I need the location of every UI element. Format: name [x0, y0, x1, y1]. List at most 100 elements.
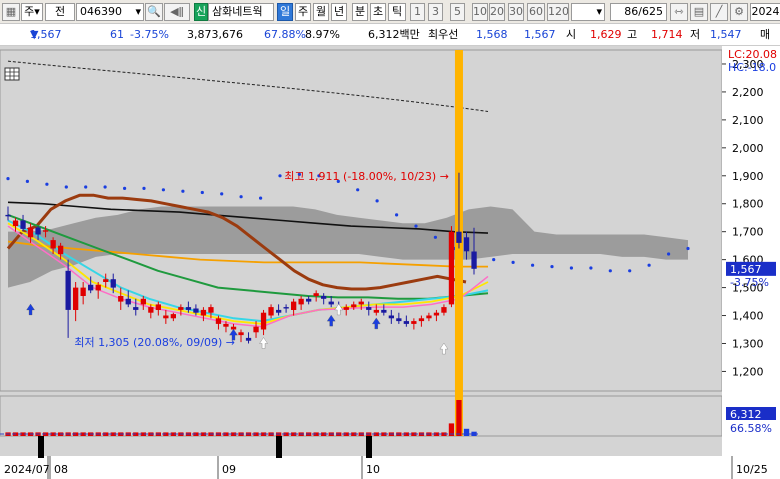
parabolic-dot — [6, 177, 10, 181]
parabolic-dot — [220, 192, 224, 196]
candle-body — [456, 231, 462, 243]
parabolic-dot — [25, 179, 29, 183]
interval-custom-input[interactable]: ▾ — [571, 3, 605, 21]
low-annotation: 최저 1,305 (20.08%, 09/09) → — [74, 336, 235, 349]
volume-bar — [463, 428, 470, 436]
panel-grid-icon — [4, 67, 20, 81]
candle-body — [65, 270, 71, 310]
volume-pct-label: 66.58% — [730, 422, 772, 435]
candle-body — [238, 332, 244, 336]
interval-60[interactable]: 60 — [527, 3, 545, 21]
candle-body — [200, 309, 207, 316]
candle-body — [148, 307, 154, 313]
interval-20[interactable]: 20 — [489, 3, 505, 21]
candle-body — [343, 307, 349, 310]
price-chart[interactable]: 최고 1,911 (-18.00%, 10/23) → 최저 1,305 (20.… — [0, 46, 780, 479]
candle-body — [313, 293, 319, 296]
period-tick[interactable]: 틱 — [388, 3, 406, 21]
interval-3[interactable]: 3 — [428, 3, 443, 21]
candle-body — [441, 307, 447, 313]
volume-value: 3,873,676 — [187, 28, 243, 41]
candle-body — [5, 214, 11, 217]
stock-code: 046390 — [80, 5, 122, 18]
bid1-value: 1,568 — [476, 28, 508, 41]
period-year[interactable]: 년 — [331, 3, 347, 21]
ratio2-value: 8.97% — [305, 28, 340, 41]
search-icon[interactable]: 🔍 — [145, 3, 163, 21]
candle-body — [276, 309, 282, 313]
interval-5[interactable]: 5 — [450, 3, 465, 21]
parabolic-dot — [259, 196, 263, 200]
period-week[interactable]: 주 — [295, 3, 311, 21]
interval-1[interactable]: 1 — [410, 3, 425, 21]
prev-label: 전 — [54, 5, 66, 18]
priority-label: 최우선 — [428, 28, 459, 41]
interval-10[interactable]: 10 — [472, 3, 488, 21]
candle-body — [381, 309, 387, 313]
stock-code-input[interactable]: 046390 ▾ — [76, 3, 144, 21]
high-label: 고 — [627, 28, 638, 41]
type-select[interactable]: 주▾ — [21, 3, 43, 21]
y-tick-label: 1,800 — [732, 198, 764, 211]
date-field[interactable]: 2024 — [750, 3, 780, 21]
gear-icon[interactable]: ⚙ — [730, 3, 748, 21]
parabolic-dot — [647, 263, 651, 267]
interval-120[interactable]: 120 — [547, 3, 569, 21]
grid-icon[interactable]: ▤ — [690, 3, 708, 21]
candle-body — [140, 298, 146, 305]
candle-body — [80, 287, 86, 296]
bid2-value: 1,567 — [524, 28, 556, 41]
parabolic-dot — [142, 186, 146, 190]
change-pct: -3.75% — [130, 28, 169, 41]
period-month[interactable]: 월 — [313, 3, 329, 21]
y-tick-label: 1,200 — [732, 365, 764, 378]
parabolic-dot — [278, 174, 282, 178]
high-annotation: 최고 1,911 (-18.00%, 10/23) → — [284, 170, 449, 183]
hc-label: HC:-18.0 — [728, 61, 776, 74]
candle-body — [58, 245, 64, 255]
y-tick-label: 2,200 — [732, 86, 764, 99]
high-value: 1,714 — [651, 28, 683, 41]
candle-body — [193, 308, 199, 313]
volume-value-label: 6,312 — [730, 408, 762, 421]
quote-bar: 1,567 ▼ 61 -3.75% 3,873,676 67.88% 8.97%… — [0, 24, 780, 46]
parabolic-dot — [492, 258, 496, 262]
month-marker — [276, 436, 282, 458]
badge-sin-text: 신 — [195, 5, 207, 18]
parabolic-dot — [628, 269, 632, 273]
candle-body — [298, 298, 304, 305]
parabolic-dot — [433, 235, 437, 239]
chart-icon[interactable]: ╱ — [710, 3, 728, 21]
candle-body — [215, 318, 222, 324]
candle-body — [283, 307, 289, 309]
expand-icon[interactable]: ⇿ — [670, 3, 688, 21]
prev-button[interactable]: 전 — [45, 3, 75, 21]
x-tick-label: 10 — [366, 463, 380, 476]
interval-30[interactable]: 30 — [508, 3, 524, 21]
candle-body — [403, 321, 409, 324]
low-label: 저 — [690, 28, 701, 41]
candle-body — [43, 230, 49, 232]
month-marker — [366, 436, 372, 458]
candle-body — [155, 304, 161, 310]
period-second[interactable]: 초 — [370, 3, 386, 21]
candle-body — [208, 307, 214, 313]
toolbar: ▦ 주▾ 전 046390 ▾ 🔍 ◀ǁ 신 삼화네트웍 일 주 월 년 분 초 … — [0, 0, 780, 24]
parabolic-dot — [84, 185, 88, 189]
candle-body — [73, 287, 79, 310]
volume-bar — [456, 400, 462, 436]
period-minute[interactable]: 분 — [352, 3, 368, 21]
candle-body — [291, 301, 297, 310]
parabolic-dot — [200, 190, 204, 195]
parabolic-dot — [608, 269, 612, 273]
lc-label: LC:20.08 — [728, 48, 777, 61]
candle-body — [125, 298, 131, 305]
menu-icon[interactable]: ▦ — [2, 3, 20, 21]
x-tick-label: 2024/07 — [4, 463, 50, 476]
x-tick-label: 10/25 — [736, 463, 768, 476]
candle-body — [463, 237, 470, 252]
parabolic-dot — [356, 188, 360, 192]
speaker-icon[interactable]: ◀ǁ — [164, 3, 190, 21]
chart-canvas: 최고 1,911 (-18.00%, 10/23) → 최저 1,305 (20.… — [0, 46, 780, 479]
period-day[interactable]: 일 — [277, 3, 293, 21]
